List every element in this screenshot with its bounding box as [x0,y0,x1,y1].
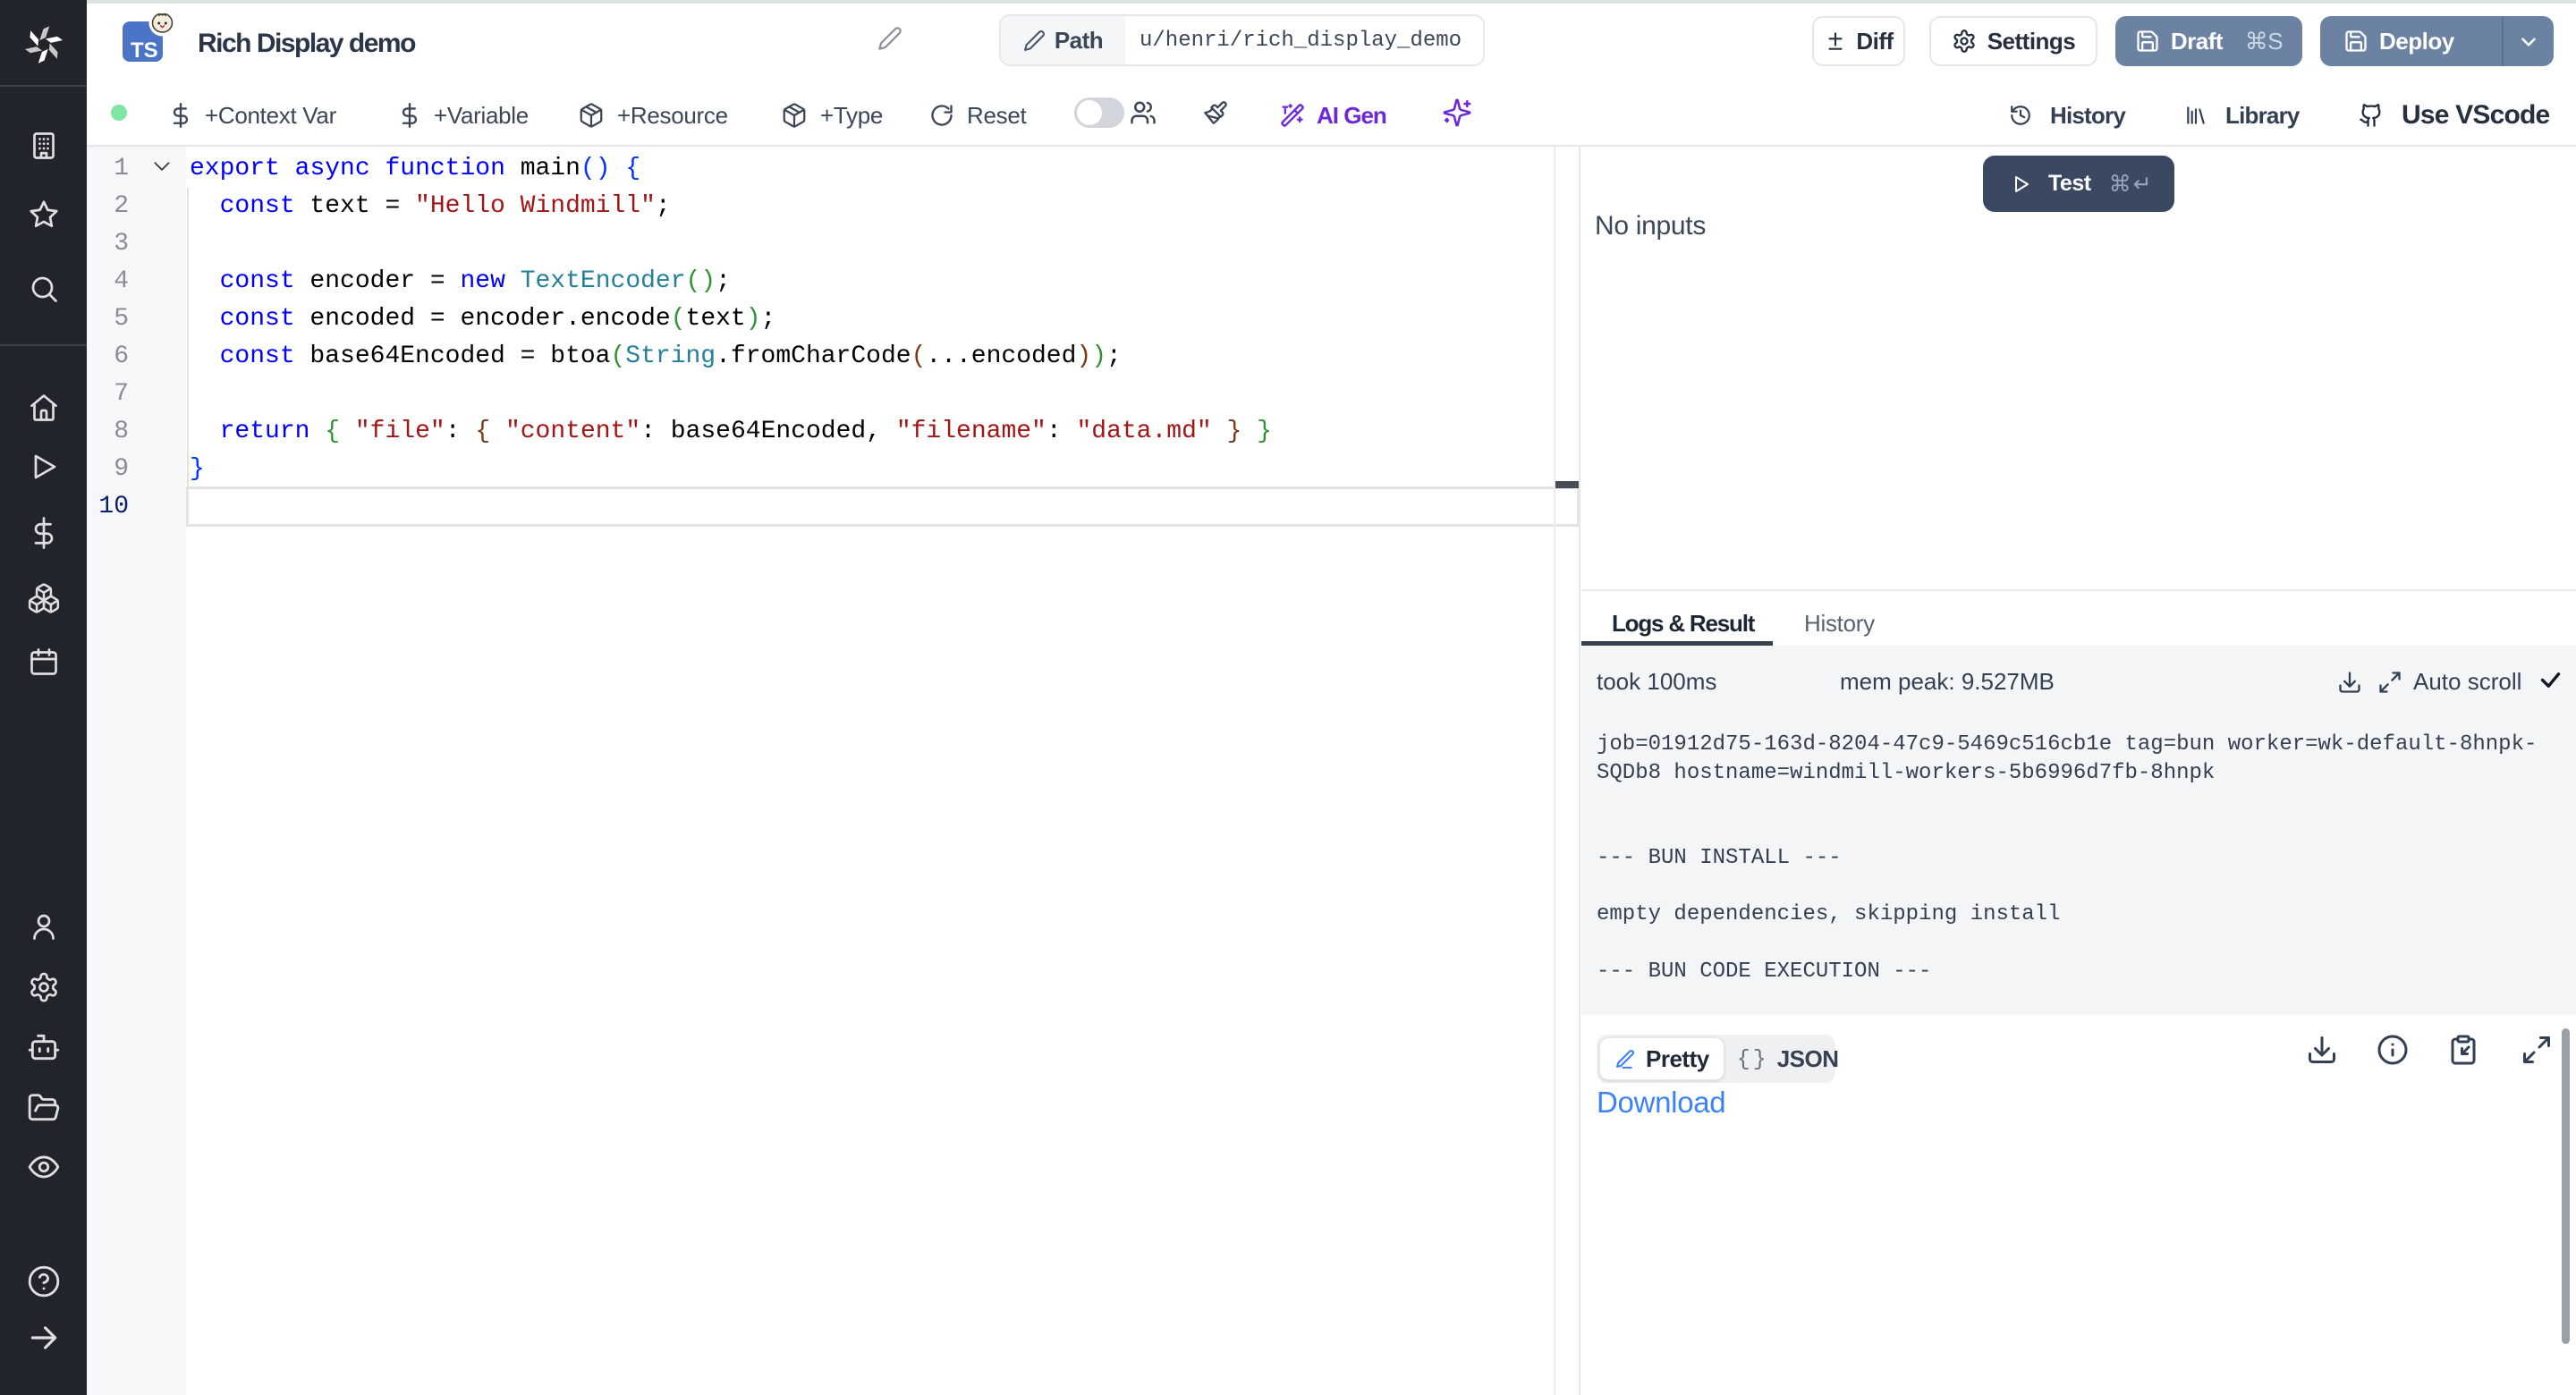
svg-text:TS: TS [131,38,158,63]
